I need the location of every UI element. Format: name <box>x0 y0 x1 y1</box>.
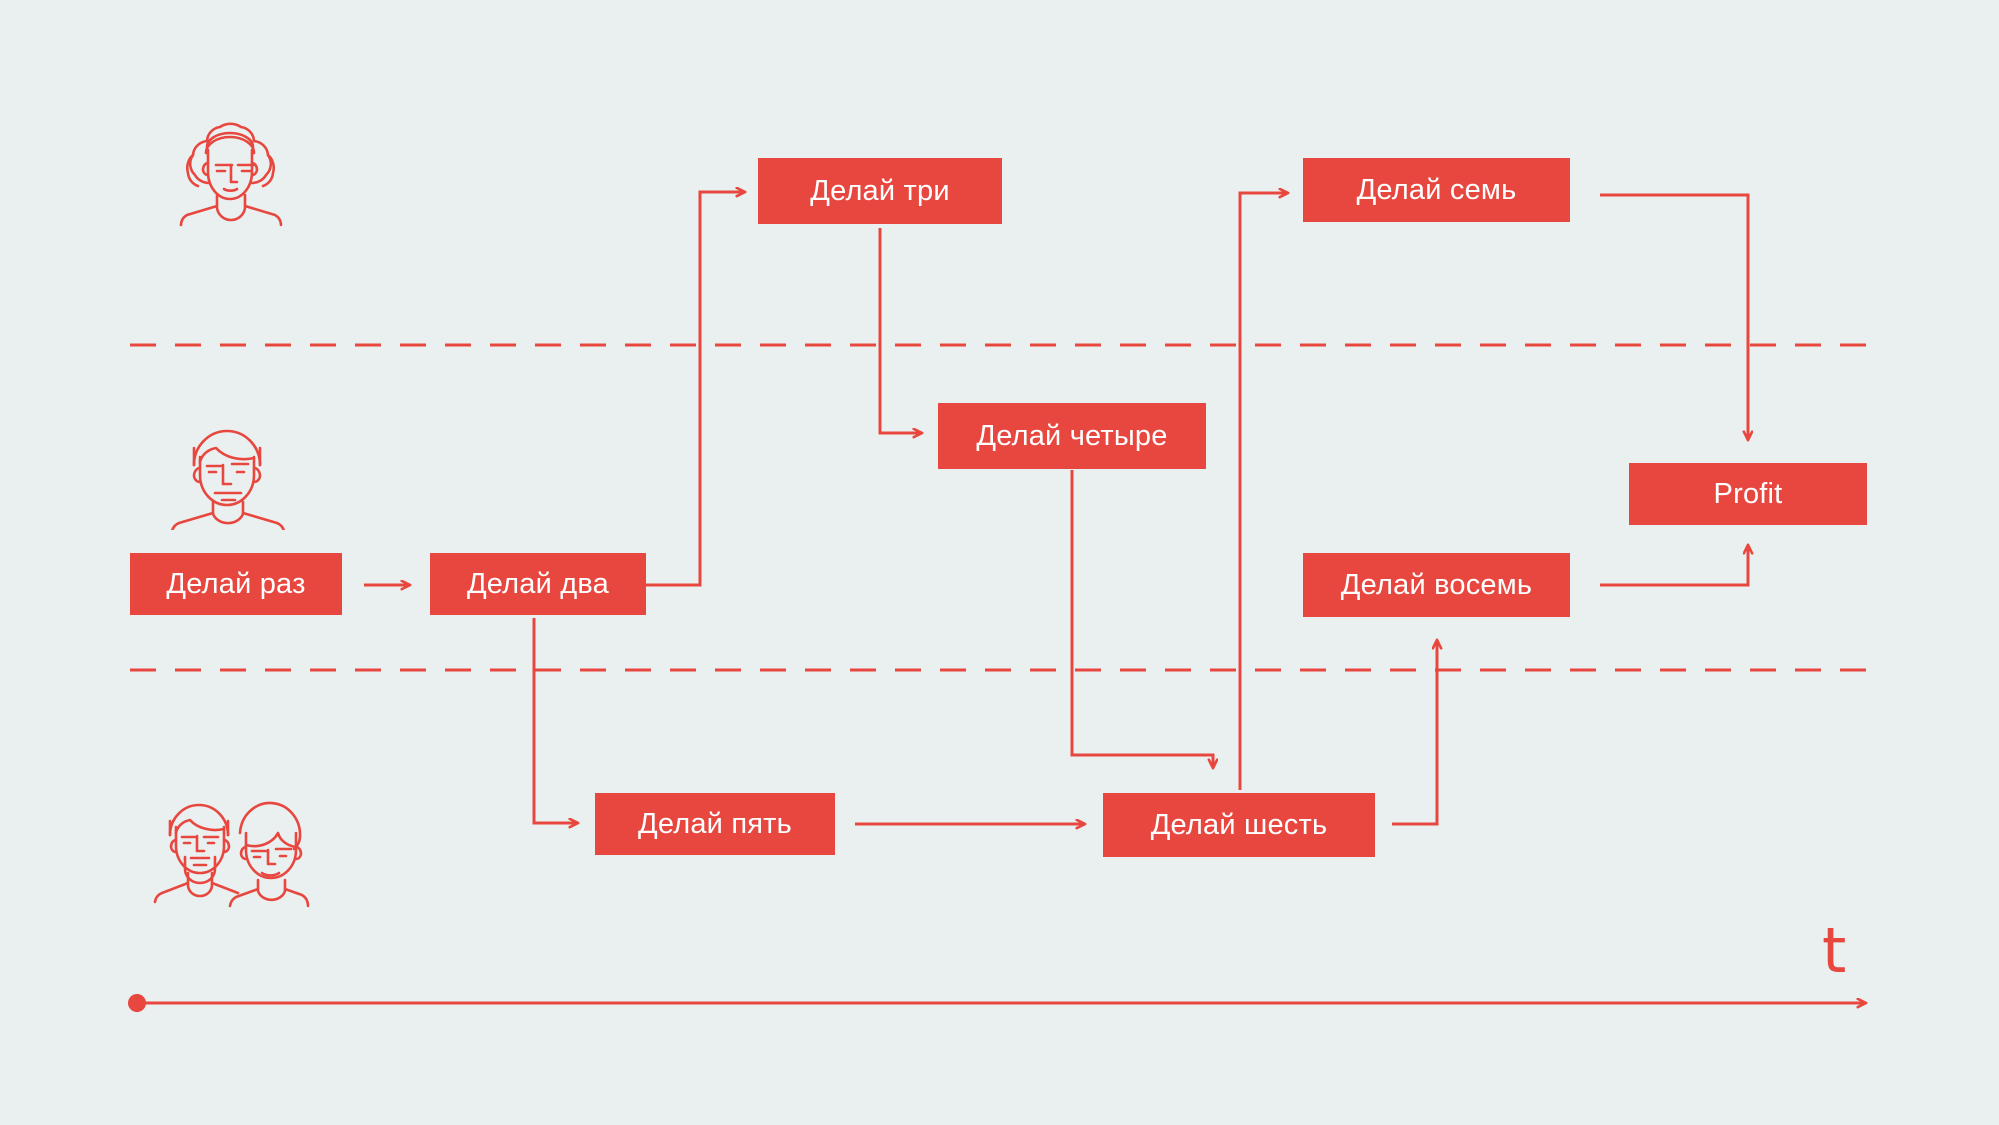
node-delay-tri[interactable]: Делай три <box>758 158 1002 224</box>
edge-2-5 <box>532 618 578 823</box>
edge-3-4 <box>878 228 922 433</box>
lane-actor-group <box>150 785 310 920</box>
node-delay-dva[interactable]: Делай два <box>430 553 646 615</box>
lane-actor-man <box>165 410 290 533</box>
two-people-icon <box>153 801 310 908</box>
node-delay-pyat[interactable]: Делай пять <box>595 793 835 855</box>
time-axis-origin-dot <box>128 994 146 1012</box>
lane-actor-woman <box>160 105 290 230</box>
time-axis-label: t <box>1822 914 1847 987</box>
diagram-canvas: Делай раз Делай два Делай три Делай четы… <box>0 0 1999 1125</box>
edge-7-9 <box>1600 193 1748 440</box>
edge-2-3 <box>645 192 745 587</box>
edge-6-7 <box>1238 193 1288 790</box>
man-face-icon <box>170 429 286 533</box>
node-delay-sem[interactable]: Делай семь <box>1303 158 1570 222</box>
node-delay-shest[interactable]: Делай шесть <box>1103 793 1375 857</box>
edge-4-6 <box>1070 470 1213 768</box>
node-delay-raz[interactable]: Делай раз <box>130 553 342 615</box>
node-profit[interactable]: Profit <box>1629 463 1867 525</box>
node-delay-chetyre[interactable]: Делай четыре <box>938 403 1206 469</box>
woman-face-icon <box>179 122 283 227</box>
edge-6-8 <box>1392 640 1437 826</box>
node-delay-vosem[interactable]: Делай восемь <box>1303 553 1570 617</box>
edge-8-9 <box>1600 545 1748 587</box>
